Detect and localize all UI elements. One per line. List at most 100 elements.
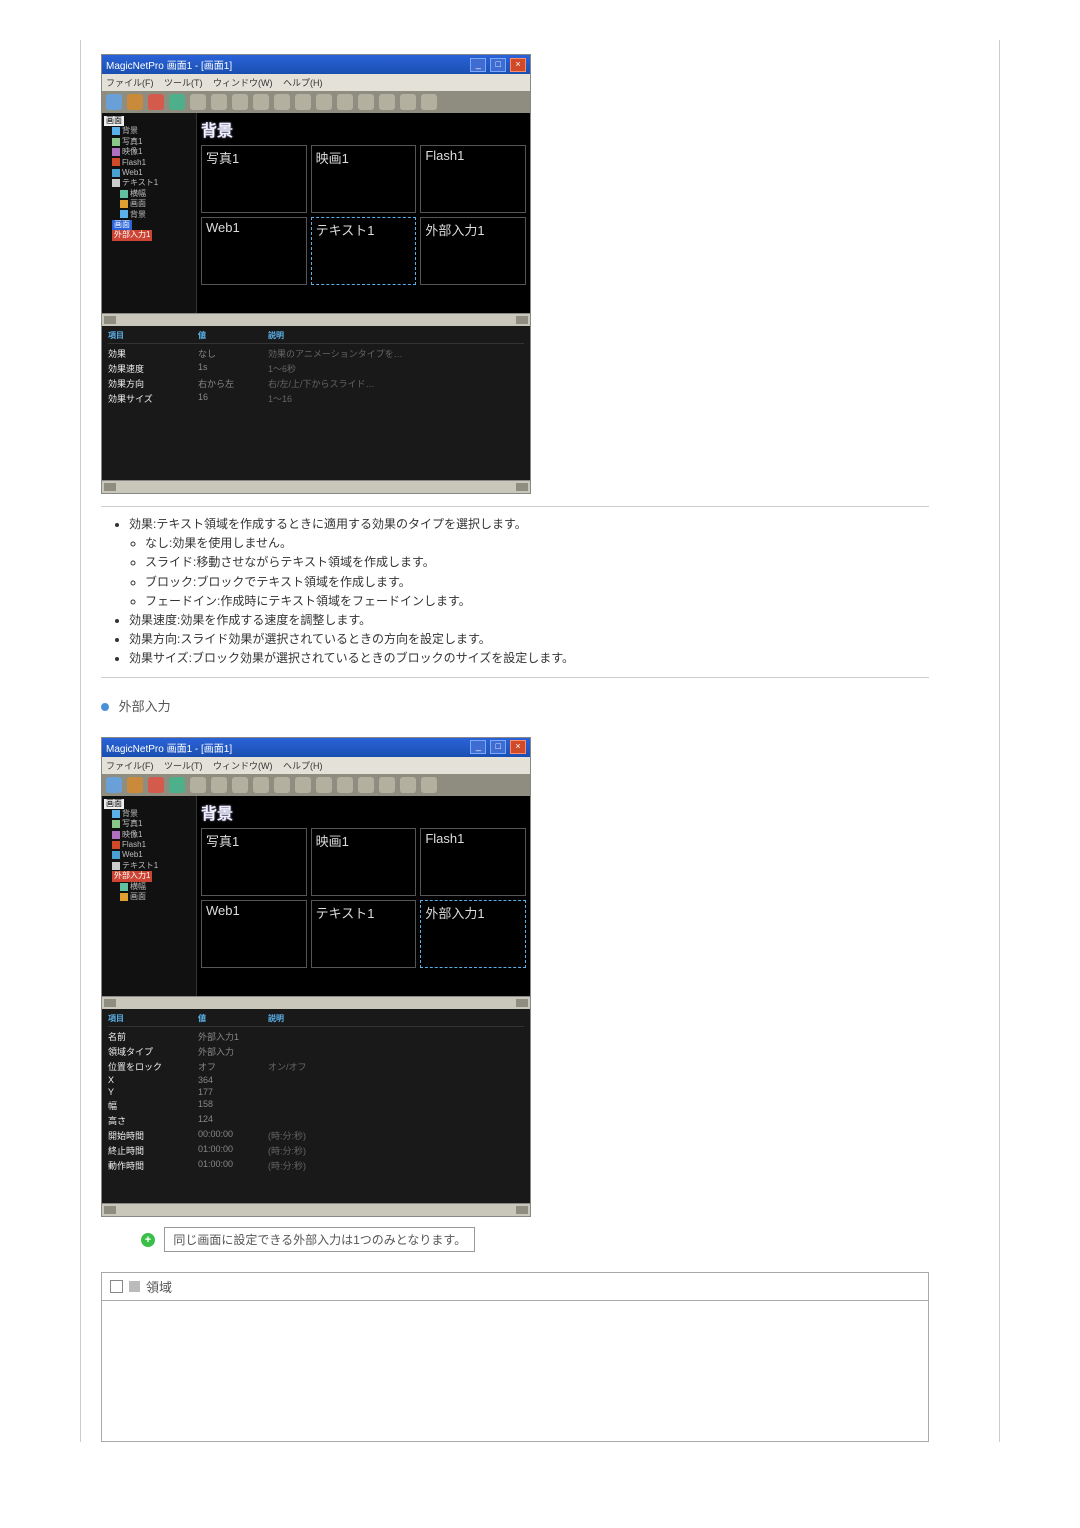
- tool-icon[interactable]: [400, 777, 416, 793]
- tool-icon[interactable]: [253, 777, 269, 793]
- tree-item[interactable]: 横幅: [130, 189, 146, 198]
- tree-item[interactable]: 画面: [130, 892, 146, 901]
- section-heading-external-input: 外部入力: [101, 696, 929, 715]
- tool-icon[interactable]: [379, 777, 395, 793]
- app-screenshot-2: MagicNetPro 画面1 - [画面1] _ □ × ファイル(F) ツー…: [101, 737, 531, 1217]
- canvas-scrollbar[interactable]: [102, 313, 530, 326]
- tool-icon[interactable]: [148, 94, 164, 110]
- tree-item[interactable]: 写真1: [122, 137, 142, 146]
- tree-item[interactable]: 背景: [130, 210, 146, 219]
- menu-file[interactable]: ファイル(F): [106, 761, 154, 771]
- window-controls: _ □ ×: [469, 58, 526, 72]
- region-tile-movie[interactable]: 映画1: [311, 828, 417, 896]
- menu-tools[interactable]: ツール(T): [164, 78, 203, 88]
- region-tile-web[interactable]: Web1: [201, 900, 307, 968]
- col-header: 説明: [268, 1013, 524, 1024]
- close-icon[interactable]: ×: [510, 740, 526, 754]
- close-icon[interactable]: ×: [510, 58, 526, 72]
- tool-icon[interactable]: [421, 777, 437, 793]
- tool-icon[interactable]: [169, 777, 185, 793]
- tree-item[interactable]: 映像1: [122, 830, 142, 839]
- tree-item[interactable]: 背景: [122, 809, 138, 818]
- tool-icon[interactable]: [127, 777, 143, 793]
- region-tile-web[interactable]: Web1: [201, 217, 307, 285]
- menu-tools[interactable]: ツール(T): [164, 761, 203, 771]
- tool-icon[interactable]: [316, 777, 332, 793]
- section-heading-label: 領域: [146, 1277, 172, 1296]
- bullet-icon: [101, 703, 109, 711]
- tree-item-external[interactable]: 外部入力1: [112, 230, 152, 240]
- region-tile-flash[interactable]: Flash1: [420, 145, 526, 213]
- tool-icon[interactable]: [358, 94, 374, 110]
- menu-window[interactable]: ウィンドウ(W): [213, 761, 273, 771]
- list-item: 効果サイズ:ブロック効果が選択されているときのブロックのサイズを設定します。: [129, 649, 925, 668]
- minimize-icon[interactable]: _: [470, 740, 486, 754]
- tool-icon[interactable]: [127, 94, 143, 110]
- tool-icon[interactable]: [232, 777, 248, 793]
- col-header: 値: [198, 1013, 268, 1024]
- note-text: 同じ画面に設定できる外部入力は1つのみとなります。: [164, 1227, 475, 1252]
- tree-item[interactable]: 背景: [122, 126, 138, 135]
- tool-icon[interactable]: [148, 777, 164, 793]
- region-tile-external-selected[interactable]: 外部入力1: [420, 900, 526, 968]
- menu-window[interactable]: ウィンドウ(W): [213, 78, 273, 88]
- tool-icon[interactable]: [337, 777, 353, 793]
- region-tile-photo[interactable]: 写真1: [201, 828, 307, 896]
- tree-item-external-selected[interactable]: 外部入力1: [112, 871, 152, 881]
- region-tile-text-selected[interactable]: テキスト1: [311, 217, 417, 285]
- col-header: 項目: [108, 330, 198, 341]
- tree-root[interactable]: 画面: [104, 799, 124, 809]
- region-tile-flash[interactable]: Flash1: [420, 828, 526, 896]
- tree-item-selected[interactable]: 画面: [112, 220, 132, 230]
- tree-item[interactable]: 横幅: [130, 882, 146, 891]
- tree-item[interactable]: Flash1: [122, 158, 146, 167]
- tool-icon[interactable]: [106, 94, 122, 110]
- tool-icon[interactable]: [379, 94, 395, 110]
- region-tile-external[interactable]: 外部入力1: [420, 217, 526, 285]
- tree-item[interactable]: Web1: [122, 850, 143, 859]
- tool-icon[interactable]: [316, 94, 332, 110]
- tree-root[interactable]: 画面: [104, 116, 124, 126]
- tool-icon[interactable]: [295, 777, 311, 793]
- tool-icon[interactable]: [232, 94, 248, 110]
- maximize-icon[interactable]: □: [490, 740, 506, 754]
- tool-icon[interactable]: [274, 94, 290, 110]
- tool-icon[interactable]: [337, 94, 353, 110]
- tree-item[interactable]: 映像1: [122, 147, 142, 156]
- tool-icon[interactable]: [169, 94, 185, 110]
- menu-help[interactable]: ヘルプ(H): [283, 78, 323, 88]
- tool-icon[interactable]: [358, 777, 374, 793]
- tree-item[interactable]: Web1: [122, 168, 143, 177]
- props-scrollbar[interactable]: [102, 1203, 530, 1216]
- tree-item[interactable]: テキスト1: [122, 861, 158, 870]
- window-titlebar: MagicNetPro 画面1 - [画面1] _ □ ×: [102, 738, 530, 757]
- menu-file[interactable]: ファイル(F): [106, 78, 154, 88]
- prop-row: 幅158: [108, 1098, 524, 1113]
- tool-icon[interactable]: [190, 777, 206, 793]
- region-tile-movie[interactable]: 映画1: [311, 145, 417, 213]
- canvas-title: 背景: [201, 800, 526, 824]
- tool-icon[interactable]: [190, 94, 206, 110]
- list-item: 効果:テキスト領域を作成するときに適用する効果のタイプを選択します。: [129, 515, 925, 534]
- tool-icon[interactable]: [106, 777, 122, 793]
- tree-item[interactable]: 画面: [130, 199, 146, 208]
- tool-icon[interactable]: [274, 777, 290, 793]
- tool-icon[interactable]: [253, 94, 269, 110]
- region-tile-text[interactable]: テキスト1: [311, 900, 417, 968]
- tree-item[interactable]: Flash1: [122, 840, 146, 849]
- canvas-scrollbar[interactable]: [102, 996, 530, 1009]
- tool-icon[interactable]: [421, 94, 437, 110]
- region-tile-photo[interactable]: 写真1: [201, 145, 307, 213]
- tool-icon[interactable]: [211, 94, 227, 110]
- tree-item[interactable]: 写真1: [122, 819, 142, 828]
- minimize-icon[interactable]: _: [470, 58, 486, 72]
- checkbox-icon[interactable]: [110, 1280, 123, 1293]
- tool-icon[interactable]: [295, 94, 311, 110]
- tree-item[interactable]: テキスト1: [122, 178, 158, 187]
- maximize-icon[interactable]: □: [490, 58, 506, 72]
- tool-icon[interactable]: [400, 94, 416, 110]
- menu-help[interactable]: ヘルプ(H): [283, 761, 323, 771]
- props-scrollbar[interactable]: [102, 480, 530, 493]
- window-titlebar: MagicNetPro 画面1 - [画面1] _ □ ×: [102, 55, 530, 74]
- tool-icon[interactable]: [211, 777, 227, 793]
